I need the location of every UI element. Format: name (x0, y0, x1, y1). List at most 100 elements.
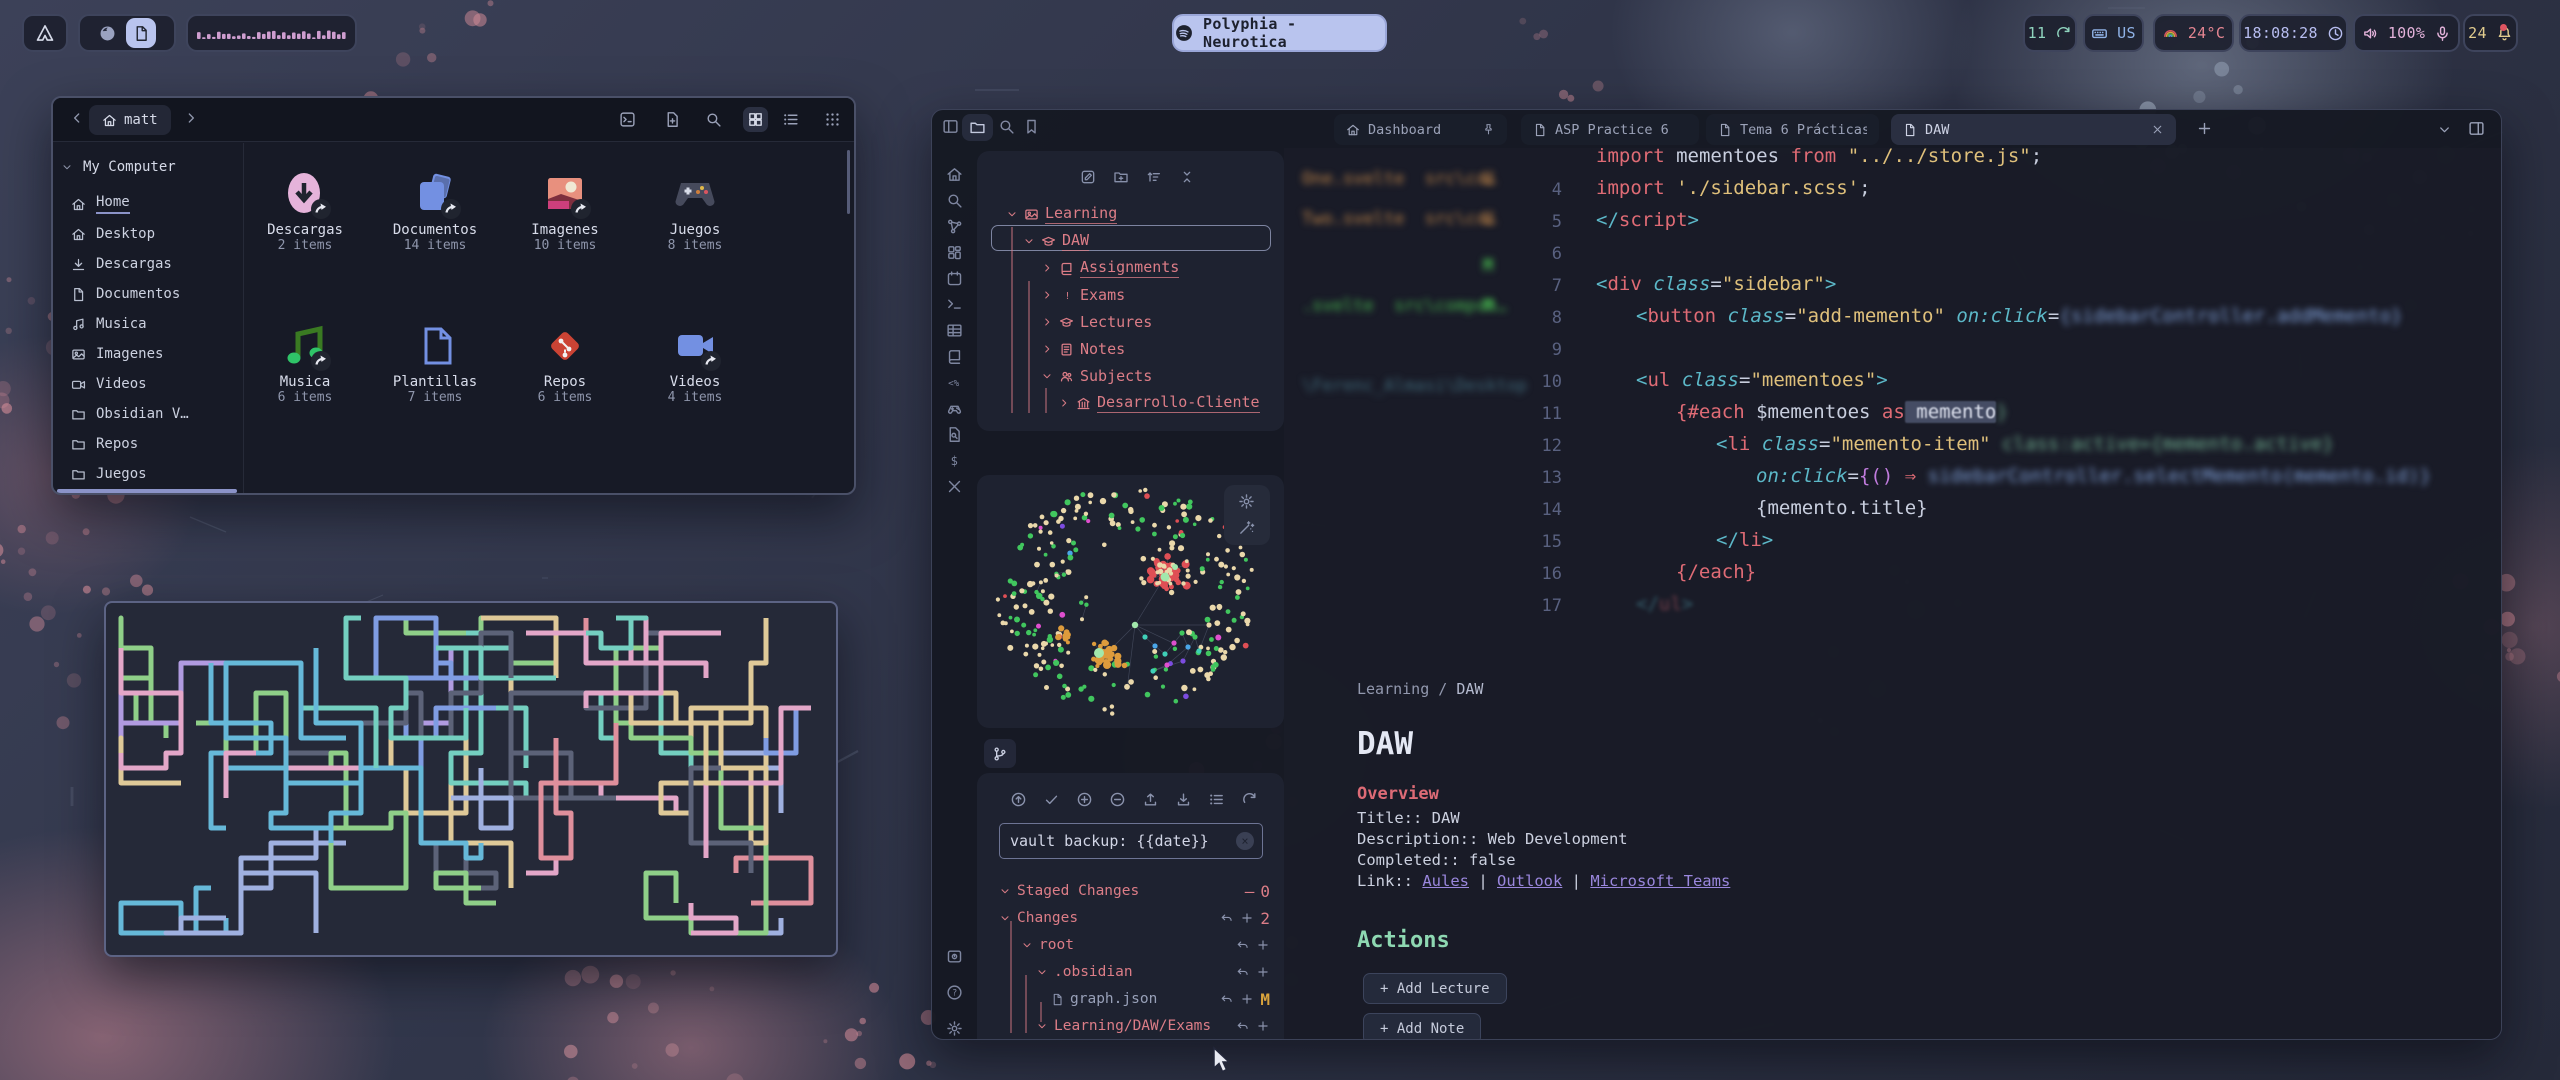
pin-icon[interactable] (1482, 123, 1495, 136)
tab-list-button[interactable] (2437, 122, 2452, 137)
calendar-ribbon-button[interactable] (946, 270, 963, 287)
stage-icon[interactable] (1256, 938, 1270, 952)
collapse-button[interactable] (1179, 169, 1195, 185)
graph-ribbon-button[interactable] (946, 218, 963, 235)
folder-item-descargas[interactable]: Descargas2 items (245, 168, 365, 253)
launcher-button[interactable] (22, 14, 68, 52)
terminal-sq-button[interactable] (619, 111, 636, 128)
folder-item-videos[interactable]: Videos4 items (635, 320, 755, 405)
folder-item-documentos[interactable]: Documentos14 items (375, 168, 495, 253)
gear-ribbon-button[interactable] (946, 1020, 963, 1037)
search-ribbon-button[interactable] (946, 192, 963, 209)
sidebar-section[interactable]: My Computer (53, 153, 243, 181)
list-button[interactable] (782, 111, 799, 128)
tree-item-exams[interactable]: !Exams (1041, 282, 1125, 308)
upload-button[interactable] (1142, 791, 1159, 808)
discard-icon[interactable] (1236, 965, 1250, 979)
folder-item-juegos[interactable]: Juegos8 items (635, 168, 755, 253)
tree-item-assignments[interactable]: Assignments (1041, 255, 1179, 281)
folder-item-repos[interactable]: Repos6 items (505, 320, 625, 405)
sidebar-item-documentos[interactable]: Documentos (53, 280, 243, 308)
discard-icon[interactable] (1236, 1019, 1250, 1033)
tray-18-08-28[interactable]: 18:08:28 (2239, 14, 2348, 52)
folder-item-imagenes[interactable]: Imagenes10 items (505, 168, 625, 253)
sort-button[interactable] (1146, 169, 1162, 185)
firefox-app[interactable] (98, 24, 117, 43)
sidebar-scrollbar[interactable] (57, 489, 237, 493)
tree-item-desarrollo-cliente[interactable]: Desarrollo-Cliente (1058, 390, 1260, 416)
discard-icon[interactable] (1236, 938, 1250, 952)
tray-100[interactable]: 100% (2353, 14, 2460, 52)
note-link-microsoft-teams[interactable]: Microsoft Teams (1590, 872, 1730, 890)
sidebar-item-imagenes[interactable]: Imagenes (53, 340, 243, 368)
book-ribbon-button[interactable] (946, 348, 963, 365)
git-row-obsidian[interactable]: .obsidian (1036, 959, 1133, 985)
git-row-graph-json[interactable]: graph.json (1051, 986, 1157, 1012)
tree-item-daw[interactable]: DAW (1023, 228, 1089, 254)
active-app-badge[interactable] (126, 18, 156, 48)
gamepad-ribbon-button[interactable] (946, 400, 963, 417)
tray-24[interactable]: 24 (2463, 14, 2518, 52)
refresh-button[interactable] (1241, 791, 1258, 808)
note-link-aules[interactable]: Aules (1422, 872, 1469, 890)
now-playing[interactable]: Polyphia - Neurotica (1172, 14, 1387, 52)
discard-icon[interactable] (1220, 992, 1234, 1006)
sidebar-item-descargas[interactable]: Descargas (53, 250, 243, 278)
grid-button[interactable] (743, 107, 768, 132)
search-button[interactable] (705, 111, 722, 128)
help-ribbon-button[interactable]: ? (946, 984, 963, 1001)
stage-icon[interactable] (1256, 965, 1270, 979)
close-tab-icon[interactable] (2151, 123, 2164, 136)
tree-item-lectures[interactable]: Lectures (1041, 309, 1152, 335)
stage-icon[interactable] (1240, 992, 1254, 1006)
tab-asp-practice-6[interactable]: ASP Practice 6 (1521, 114, 1699, 145)
minus-circle-button[interactable] (1109, 791, 1126, 808)
wand-icon[interactable] (1238, 519, 1255, 536)
new-note-button[interactable] (1080, 169, 1096, 185)
app-switcher[interactable] (78, 14, 176, 52)
git-row-learning-daw-exams[interactable]: Learning/DAW/Exams (1036, 1013, 1211, 1039)
file-plus-button[interactable] (664, 111, 681, 128)
folder-item-plantillas[interactable]: Plantillas7 items (375, 320, 495, 405)
stage-icon[interactable] (1256, 1019, 1270, 1033)
sidebar-item-repos[interactable]: Repos (53, 430, 243, 458)
terminal-ribbon-button[interactable] (946, 296, 963, 313)
tools-ribbon-button[interactable] (946, 478, 963, 495)
home-ribbon-button[interactable] (946, 166, 963, 183)
sidebar-item-desktop[interactable]: Desktop (53, 220, 243, 248)
grid9-button[interactable] (824, 111, 841, 128)
vault-ribbon-button[interactable] (946, 948, 963, 965)
sidebar-item-musica[interactable]: Musica (53, 310, 243, 338)
bookmark-button[interactable] (1023, 118, 1040, 135)
tray-us[interactable]: US (2083, 14, 2144, 52)
panel-left-button[interactable] (942, 118, 959, 135)
new-tab-button[interactable] (2196, 120, 2213, 137)
action-button-add-note[interactable]: + Add Note (1363, 1013, 1481, 1040)
file-search-ribbon-button[interactable] (946, 426, 963, 443)
grid-scrollbar[interactable] (847, 150, 850, 214)
layout-grid-ribbon-button[interactable] (946, 244, 963, 261)
gear-icon[interactable] (1238, 493, 1255, 510)
sidebar-item-home[interactable]: Home (53, 190, 243, 218)
action-button-add-lecture[interactable]: + Add Lecture (1363, 973, 1507, 1004)
back-button[interactable] (69, 110, 85, 126)
breadcrumb-parent[interactable]: Learning (1357, 680, 1429, 698)
sidebar-item-videos[interactable]: Videos (53, 370, 243, 398)
folder-button[interactable] (962, 114, 993, 141)
tab-dashboard[interactable]: Dashboard (1334, 114, 1507, 145)
discard-icon[interactable] (1220, 911, 1234, 925)
git-row-staged-changes[interactable]: Staged Changes (999, 878, 1139, 904)
search-button[interactable] (998, 118, 1015, 135)
sidebar-item-juegos[interactable]: Juegos (53, 460, 243, 488)
tree-item-learning[interactable]: Learning (1006, 201, 1117, 227)
tab-tema-6-pr-cticas[interactable]: Tema 6 Prácticas -… (1706, 114, 1879, 145)
sidebar-item-obsidian-v[interactable]: Obsidian V… (53, 400, 243, 428)
code-ribbon-button[interactable]: <% (946, 374, 963, 391)
git-row-root[interactable]: root (1021, 932, 1074, 958)
clear-message-icon[interactable]: × (1236, 832, 1254, 850)
commit-up-button[interactable] (1010, 791, 1027, 808)
dollar-ribbon-button[interactable]: $ (946, 452, 963, 469)
forward-button[interactable] (183, 110, 199, 126)
list-ul-button[interactable] (1208, 791, 1225, 808)
tray-11[interactable]: 11 (2023, 14, 2077, 52)
